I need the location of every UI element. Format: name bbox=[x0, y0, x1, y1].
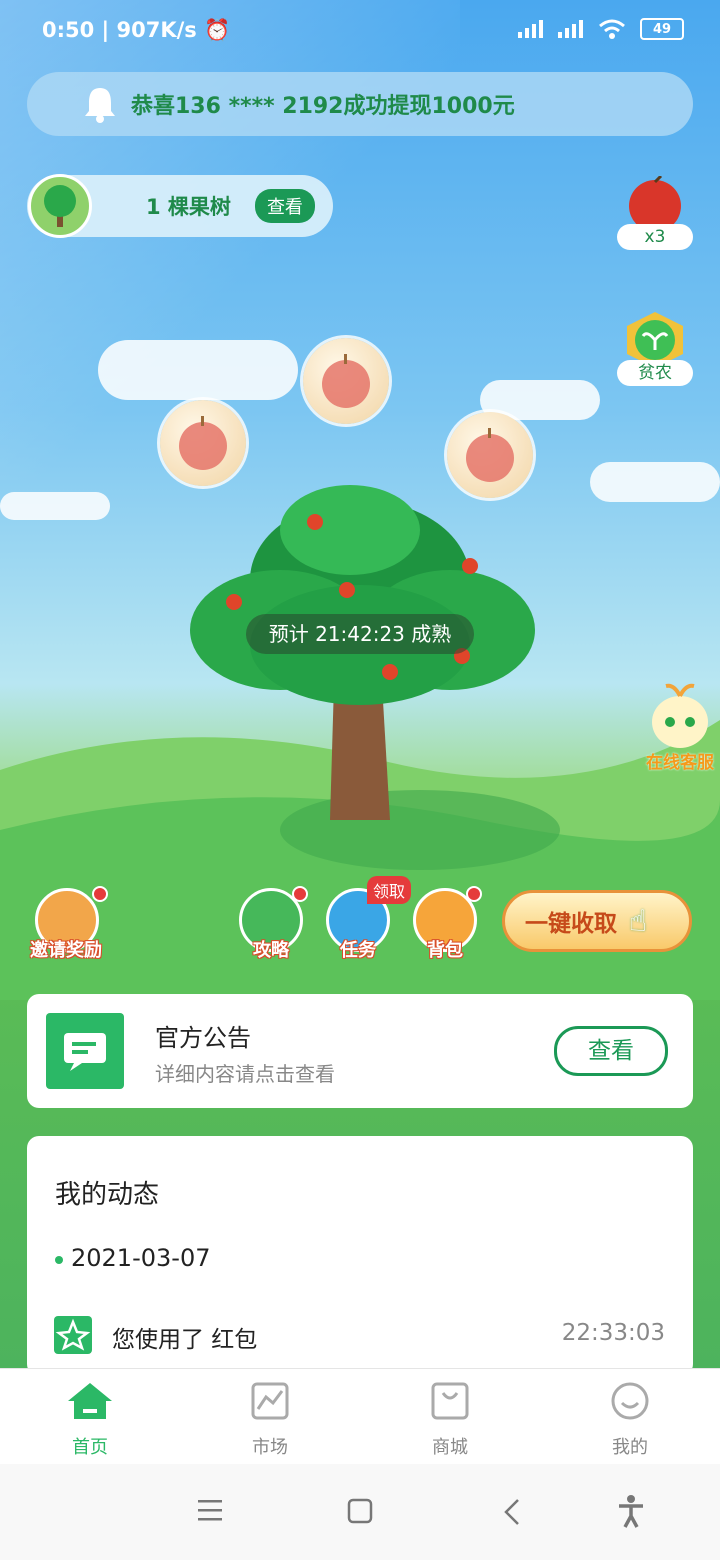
announcement-view-button[interactable]: 查看 bbox=[554, 1026, 668, 1076]
my-activity-card: 我的动态 2021-03-07 您使用了 红包 22:33:03 bbox=[27, 1136, 693, 1376]
view-trees-button[interactable]: 查看 bbox=[254, 189, 315, 223]
status-time: 0:50 | 907K/s ⏰ bbox=[42, 18, 231, 42]
back-icon[interactable] bbox=[502, 1498, 522, 1526]
announcement-title: 官方公告 bbox=[155, 1024, 251, 1052]
apple-icon bbox=[322, 354, 370, 408]
message-icon bbox=[46, 1013, 124, 1089]
withdraw-notice-bar: 恭喜136 **** 2192成功提现1000元 bbox=[27, 72, 693, 136]
backpack-label: 背包 bbox=[427, 940, 463, 961]
apple-tree bbox=[190, 485, 535, 820]
menu-icon[interactable] bbox=[198, 1498, 224, 1522]
tab-mall-label: 商城 bbox=[432, 1437, 468, 1458]
notification-dot bbox=[292, 886, 308, 902]
status-bar: 0:50 | 907K/s ⏰ 49 bbox=[0, 0, 720, 66]
apple-bubble[interactable] bbox=[303, 338, 389, 424]
claim-tag[interactable]: 领取 bbox=[367, 876, 412, 904]
home-icon bbox=[68, 1383, 112, 1419]
tab-market[interactable]: 市场 bbox=[180, 1369, 360, 1465]
harvest-label: 一键收取 bbox=[525, 911, 617, 937]
tab-mall[interactable]: 商城 bbox=[360, 1369, 540, 1465]
tree-avatar bbox=[28, 174, 92, 238]
pointer-hand-icon: ☝ bbox=[629, 903, 648, 939]
signal-icon bbox=[518, 20, 543, 38]
notice-text: 恭喜136 **** 2192成功提现1000元 bbox=[131, 94, 515, 119]
date-bullet bbox=[55, 1256, 63, 1264]
guide-label: 攻略 bbox=[253, 940, 289, 961]
battery-indicator: 49 bbox=[640, 18, 684, 40]
activity-item-time: 22:33:03 bbox=[561, 1320, 665, 1346]
farmer-level-label: 贫农 bbox=[617, 360, 693, 386]
cloud bbox=[98, 340, 298, 400]
online-service-label: 在线客服 bbox=[646, 753, 714, 773]
apple-icon bbox=[179, 416, 227, 470]
wifi-icon bbox=[599, 19, 625, 39]
ripen-countdown: 预计 21:42:23 成熟 bbox=[246, 614, 474, 654]
tree-count-pill: 1 棵果树 查看 bbox=[27, 174, 333, 238]
battery-level: 49 bbox=[652, 21, 672, 37]
activity-item-text: 您使用了 红包 bbox=[112, 1327, 258, 1353]
apple-bubble[interactable] bbox=[447, 412, 533, 498]
cloud bbox=[590, 462, 720, 502]
signal-hd-icon bbox=[558, 20, 583, 38]
clock-text: 0:50 bbox=[42, 18, 95, 42]
announcement-subtitle: 详细内容请点击查看 bbox=[155, 1062, 335, 1086]
tree-count-text: 1 棵果树 bbox=[146, 195, 231, 219]
system-nav-bar bbox=[0, 1464, 720, 1560]
online-service-button[interactable]: 在线客服 bbox=[640, 680, 720, 773]
tab-mine[interactable]: 我的 bbox=[540, 1369, 720, 1465]
notification-dot bbox=[92, 886, 108, 902]
task-label: 任务 bbox=[340, 940, 376, 961]
activity-date: 2021-03-07 bbox=[71, 1244, 211, 1272]
apple-bubble[interactable] bbox=[160, 400, 246, 486]
tab-mine-label: 我的 bbox=[612, 1437, 648, 1458]
backpack-button[interactable]: 背包 bbox=[410, 886, 482, 968]
notification-dot bbox=[466, 886, 482, 902]
tab-market-label: 市场 bbox=[252, 1437, 288, 1458]
alarm-icon: ⏰ bbox=[204, 18, 231, 42]
announcement-card[interactable]: 官方公告 详细内容请点击查看 查看 bbox=[27, 994, 693, 1108]
invite-reward-button[interactable]: 邀请奖励 bbox=[30, 886, 108, 968]
activity-title: 我的动态 bbox=[55, 1180, 160, 1210]
one-click-harvest-button[interactable]: 一键收取 ☝ bbox=[502, 890, 692, 952]
shopping-bag-icon bbox=[431, 1382, 469, 1420]
star-sparkle-icon bbox=[54, 1316, 92, 1354]
profile-smile-icon bbox=[611, 1382, 649, 1420]
network-speed: 907K/s bbox=[116, 18, 197, 42]
bottom-tab-bar: 首页 市场 商城 我的 bbox=[0, 1368, 720, 1465]
home-square-icon[interactable] bbox=[347, 1498, 373, 1524]
apple-icon bbox=[466, 428, 514, 482]
cloud bbox=[0, 492, 110, 520]
market-chart-icon bbox=[251, 1382, 289, 1420]
guide-button[interactable]: 攻略 bbox=[236, 886, 308, 968]
bell-icon bbox=[85, 88, 115, 123]
accessibility-icon[interactable] bbox=[616, 1494, 646, 1528]
tab-home[interactable]: 首页 bbox=[0, 1369, 180, 1465]
invite-reward-label: 邀请奖励 bbox=[30, 940, 102, 961]
tab-home-label: 首页 bbox=[72, 1437, 108, 1458]
farmer-level-badge[interactable]: 贫农 bbox=[617, 310, 693, 386]
apple-count: x3 bbox=[617, 224, 693, 250]
tree-icon bbox=[44, 185, 76, 227]
mascot-icon bbox=[652, 683, 708, 748]
apple-counter-badge[interactable]: x3 bbox=[617, 174, 693, 252]
